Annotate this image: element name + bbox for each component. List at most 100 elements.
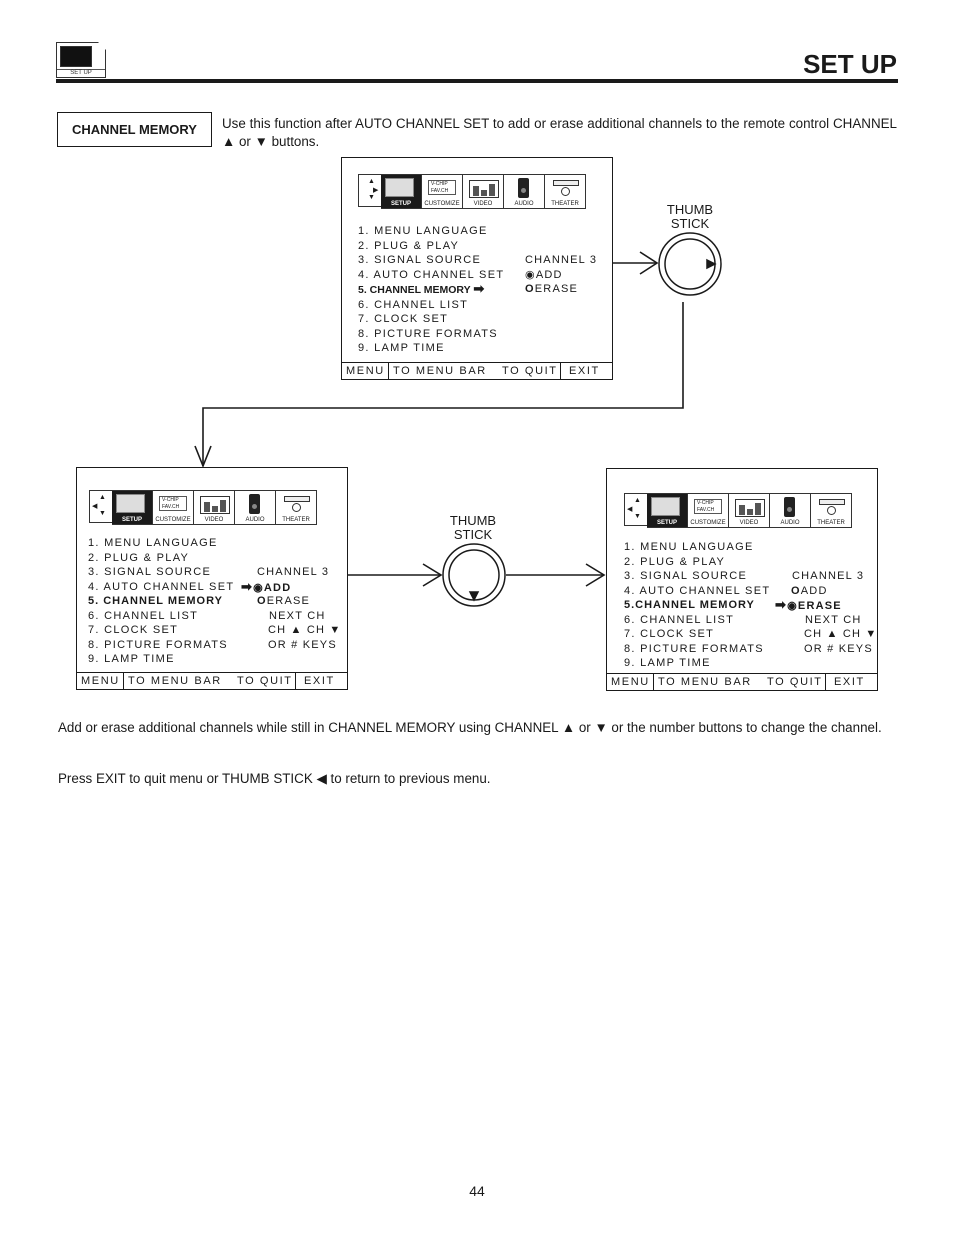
tv-screen-icon [385,178,414,197]
tab-video[interactable]: VIDEO [729,493,770,528]
tab-label: CUSTOMIZE [155,517,191,523]
option-erase[interactable]: ➡◉ERASE [775,597,878,613]
menu-tab-bar: ▲ ◀ ▼ SETUP V-CHIP FAV.CH CUSTOMIZE VIDEO AU… [89,490,317,525]
menu-item[interactable]: 9. LAMP TIME [88,652,234,667]
menu-panel-erase: ▲ ◀ ▼ SETUP V-CHIP FAV.CH CUSTOMIZE VIDEO AU… [606,468,878,691]
tab-video[interactable]: VIDEO [194,490,235,525]
menu-tab-bar: ▲ ◀ ▼ SETUP V-CHIP FAV.CH CUSTOMIZE VIDEO AU… [624,493,852,528]
page-number: 44 [469,1183,485,1199]
menu-item[interactable]: 2. PLUG & PLAY [88,551,234,566]
tab-label: THEATER [817,520,845,526]
or-keys-hint: OR # KEYS [804,642,873,655]
menu-item[interactable]: 3. SIGNAL SOURCE [88,565,234,580]
arrow-right-icon: ➡ [473,281,485,296]
thumb-stick-icon [442,543,506,607]
tab-label: VIDEO [739,520,759,526]
bar-chart-icon [200,496,230,514]
tv-screen-icon [116,494,145,513]
menu-item[interactable]: 3. SIGNAL SOURCE [358,253,504,268]
tab-video[interactable]: VIDEO [463,174,504,209]
thumb-label-line: STICK [670,216,710,231]
tab-setup[interactable]: SETUP [112,490,153,525]
tab-setup[interactable]: SETUP [381,174,422,209]
tab-setup[interactable]: SETUP [647,493,688,528]
menu-item[interactable]: 1. MENU LANGUAGE [624,540,770,555]
tab-label: AUDIO [514,201,534,207]
thumb-stick-label: THUMB STICK [438,514,508,542]
menu-item[interactable]: 6. CHANNEL LIST [624,613,770,628]
menu-item[interactable]: 7. CLOCK SET [358,312,504,327]
thumb-label-line: THUMB [449,513,497,528]
thumb-stick-label: THUMB STICK [655,203,725,231]
option-erase[interactable]: OERASE [525,282,597,297]
person-icon [561,187,570,196]
channel-value: CHANNEL 3 [525,254,598,266]
tab-label: SETUP [390,201,411,207]
menu-item[interactable]: 4. AUTO CHANNEL SET [624,584,770,599]
footer-to-menu-bar: TO MENU BAR [658,676,752,688]
menu-item[interactable]: 1. MENU LANGUAGE [88,536,234,551]
or-keys-hint: OR # KEYS [268,638,337,651]
screen-icon [553,180,579,186]
channel-value: CHANNEL 3 [792,570,865,582]
option-add[interactable]: ➡◉ADD [241,579,342,595]
menu-item[interactable]: 8. PICTURE FORMATS [358,327,504,342]
menu-item[interactable]: 6. CHANNEL LIST [358,298,504,313]
radio-empty-icon: O [791,584,801,597]
ch-keys-hint: CH ▲ CH ▼ [268,624,342,636]
option-add[interactable]: OADD [775,584,878,599]
tab-label: SETUP [121,517,142,523]
checkbox-list-icon: V-CHIP FAV.CH [428,180,456,195]
menu-item-highlighted[interactable]: 5. CHANNEL MEMORY [88,594,234,609]
tab-label: AUDIO [245,517,265,523]
body-paragraph-1: Add or erase additional channels while s… [58,720,882,735]
footer-to-quit: TO QUIT [233,673,296,689]
person-icon [827,506,836,515]
tab-customize[interactable]: V-CHIP FAV.CH CUSTOMIZE [688,493,729,528]
menu-item[interactable]: 2. PLUG & PLAY [624,555,770,570]
screen-icon [819,499,845,505]
menu-item[interactable]: 4. AUTO CHANNEL SET [88,580,234,595]
tab-theater[interactable]: THEATER [276,490,317,525]
tab-label: SETUP [656,520,677,526]
menu-footer: MENU TO MENU BAR TO QUIT EXIT [77,672,347,689]
menu-item[interactable]: 6. CHANNEL LIST [88,609,234,624]
screen-icon [284,496,310,502]
tab-audio[interactable]: AUDIO [235,490,276,525]
menu-item[interactable]: 4. AUTO CHANNEL SET [358,268,504,283]
tab-audio[interactable]: AUDIO [504,174,545,209]
menu-item[interactable]: 7. CLOCK SET [88,623,234,638]
menu-item[interactable]: 1. MENU LANGUAGE [358,224,504,239]
menu-item[interactable]: 7. CLOCK SET [624,627,770,642]
menu-footer: MENU TO MENU BAR TO QUIT EXIT [607,673,877,690]
menu-item[interactable]: 8. PICTURE FORMATS [88,638,234,653]
footer-to-quit: TO QUIT [498,363,561,379]
menu-item[interactable]: 2. PLUG & PLAY [358,239,504,254]
menu-item-highlighted[interactable]: 5. CHANNEL MEMORY ➡ [358,281,504,298]
footer-menu: MENU [607,674,654,690]
menu-panel-initial: ▲ ▶ ▼ SETUP V-CHIP FAV.CH CUSTOMIZE VIDEO AU… [341,157,613,380]
tab-theater[interactable]: THEATER [545,174,586,209]
menu-item-highlighted[interactable]: 5.CHANNEL MEMORY [624,598,770,613]
footer-exit: EXIT [569,365,600,377]
arrow-right-icon: ➡ [775,597,788,612]
radio-selected-icon: ◉ [787,600,798,612]
menu-item[interactable]: 3. SIGNAL SOURCE [624,569,770,584]
footer-menu: MENU [342,363,389,379]
tab-customize[interactable]: V-CHIP FAV.CH CUSTOMIZE [153,490,194,525]
menu-item[interactable]: 9. LAMP TIME [358,341,504,356]
tab-audio[interactable]: AUDIO [770,493,811,528]
thumb-label-line: THUMB [666,202,714,217]
tab-label: THEATER [282,517,310,523]
channel-options: CHANNEL 3 ◉ADD OERASE [525,253,597,297]
tab-theater[interactable]: THEATER [811,493,852,528]
option-add[interactable]: ◉ADD [525,268,597,283]
bar-chart-icon [735,499,765,517]
menu-item[interactable]: 8. PICTURE FORMATS [624,642,770,657]
menu-item[interactable]: 9. LAMP TIME [624,656,770,671]
nav-arrows-icon: ▲ ◀ ▼ [89,490,112,523]
menu-list: 1. MENU LANGUAGE 2. PLUG & PLAY 3. SIGNA… [624,540,770,671]
tab-customize[interactable]: V-CHIP FAV.CH CUSTOMIZE [422,174,463,209]
checkbox-list-icon: V-CHIP FAV.CH [159,496,187,511]
option-erase[interactable]: OERASE [241,594,342,609]
